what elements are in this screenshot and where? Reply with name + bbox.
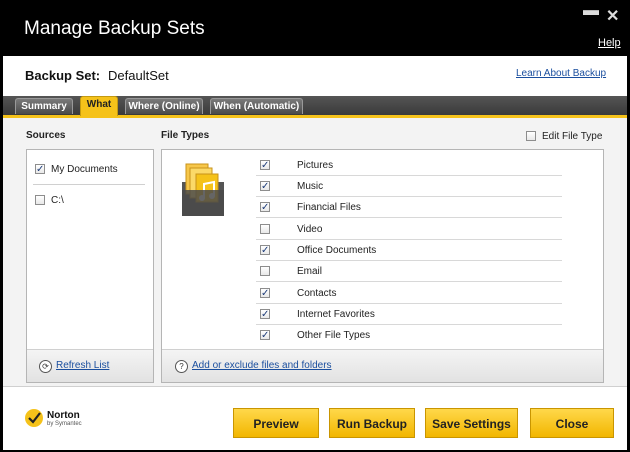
edit-file-type-checkbox[interactable]: [526, 131, 536, 141]
norton-check-icon: [25, 409, 43, 427]
filetype-label-video: Video: [297, 224, 323, 235]
divider: [256, 281, 562, 282]
save-settings-button[interactable]: Save Settings: [425, 408, 518, 438]
minimize-icon[interactable]: ▬: [583, 2, 599, 20]
tab-summary[interactable]: Summary: [15, 98, 73, 114]
file-types-header: File Types: [161, 130, 210, 141]
filetype-checkbox-pictures[interactable]: ✓: [260, 160, 270, 171]
divider: [256, 196, 562, 197]
manage-backup-sets-window: Manage Backup Sets ▬ ✕ Help Backup Set: …: [0, 0, 630, 452]
source-label-my-documents: My Documents: [51, 164, 118, 175]
folder-documents-icon: [182, 163, 224, 216]
help-circle-icon: ?: [175, 360, 188, 373]
filetype-label-music: Music: [297, 181, 324, 192]
norton-brand-name: Norton: [47, 410, 80, 421]
bottom-bar: Norton by Symantec Preview Run Backup Sa…: [3, 386, 627, 450]
divider: [33, 184, 145, 185]
run-backup-button[interactable]: Run Backup: [329, 408, 415, 438]
norton-brand-sub: by Symantec: [47, 421, 82, 427]
filetype-label-internet-favorites: Internet Favorites: [297, 309, 375, 320]
divider: [256, 303, 562, 304]
backup-set-bar: Backup Set: DefaultSet Learn About Backu…: [3, 56, 627, 96]
tab-what[interactable]: What: [80, 96, 118, 116]
close-window-icon[interactable]: ✕: [606, 6, 619, 26]
tab-where-online[interactable]: Where (Online): [125, 98, 203, 114]
filetype-label-office-documents: Office Documents: [297, 245, 377, 256]
edit-file-type-label: Edit File Type: [542, 131, 603, 142]
filetype-label-other-file-types: Other File Types: [297, 330, 371, 341]
what-pane: Sources File Types Edit File Type ✓ My D…: [3, 118, 627, 386]
backup-set-label: Backup Set:: [25, 68, 101, 83]
add-or-exclude-files-link[interactable]: Add or exclude files and folders: [192, 360, 332, 371]
filetype-checkbox-other-file-types[interactable]: ✓: [260, 330, 270, 341]
sources-header: Sources: [26, 130, 66, 141]
filetype-label-pictures: Pictures: [297, 160, 334, 171]
filetype-checkbox-email[interactable]: [260, 266, 270, 276]
dialog-content: Backup Set: DefaultSet Learn About Backu…: [3, 56, 627, 450]
sources-footer: ⟳ Refresh List: [27, 349, 153, 382]
help-link[interactable]: Help: [598, 37, 621, 49]
filetype-checkbox-financial-files[interactable]: ✓: [260, 202, 270, 213]
learn-about-backup-link[interactable]: Learn About Backup: [516, 68, 606, 79]
source-label-c-drive: C:\: [51, 195, 64, 206]
refresh-list-link[interactable]: Refresh List: [56, 360, 109, 371]
source-checkbox-my-documents[interactable]: ✓: [35, 164, 45, 175]
filetype-checkbox-office-documents[interactable]: ✓: [260, 245, 270, 256]
title-bar: Manage Backup Sets ▬ ✕ Help: [0, 0, 630, 56]
filetype-label-email: Email: [297, 266, 323, 277]
refresh-icon: ⟳: [39, 360, 52, 373]
filetype-label-contacts: Contacts: [297, 288, 337, 299]
source-checkbox-c-drive[interactable]: [35, 195, 45, 205]
window-title: Manage Backup Sets: [24, 18, 205, 39]
preview-button[interactable]: Preview: [233, 408, 319, 438]
divider: [256, 260, 562, 261]
filetype-label-financial-files: Financial Files: [297, 202, 361, 213]
backup-set-name: DefaultSet: [108, 68, 169, 83]
divider: [256, 175, 562, 176]
tab-when-automatic[interactable]: When (Automatic): [210, 98, 303, 114]
file-types-list: ✓ Pictures ✓ Music ✓ Financial Files Vid…: [161, 149, 604, 383]
norton-logo: Norton by Symantec: [25, 409, 85, 433]
divider: [256, 217, 562, 218]
close-button[interactable]: Close: [530, 408, 614, 438]
filetype-checkbox-video[interactable]: [260, 224, 270, 234]
sources-list: ✓ My Documents C:\ ⟳ Refresh List: [26, 149, 154, 383]
filetype-checkbox-music[interactable]: ✓: [260, 181, 270, 192]
divider: [256, 324, 562, 325]
divider: [256, 239, 562, 240]
file-types-footer: ? Add or exclude files and folders: [162, 349, 603, 382]
tab-strip: Summary What Where (Online) When (Automa…: [3, 96, 627, 118]
filetype-checkbox-contacts[interactable]: ✓: [260, 288, 270, 299]
filetype-checkbox-internet-favorites[interactable]: ✓: [260, 309, 270, 320]
